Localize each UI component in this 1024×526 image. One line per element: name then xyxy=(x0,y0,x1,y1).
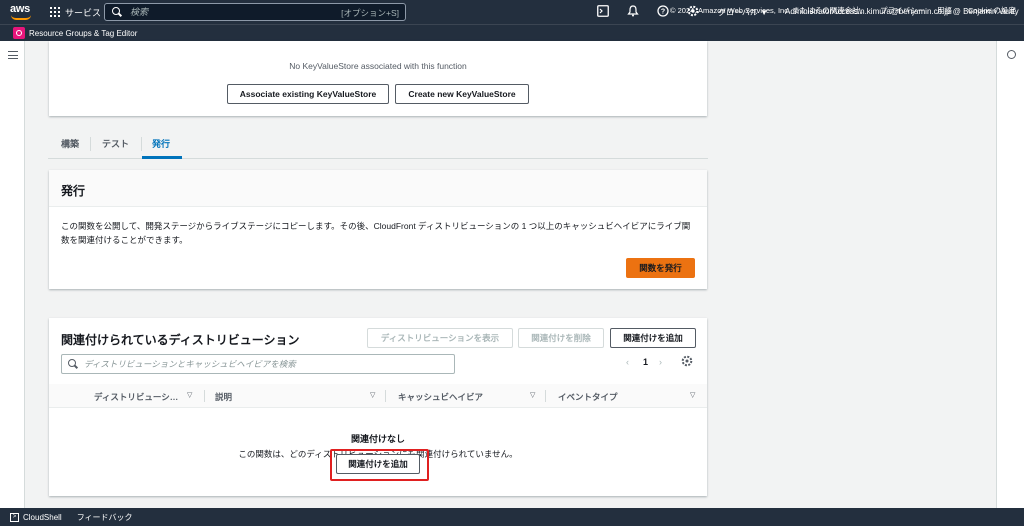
remove-association-button[interactable]: 関連付けを削除 xyxy=(518,328,604,348)
cloudshell-link[interactable]: CloudShell xyxy=(23,513,62,522)
sort-icon[interactable]: ▽ xyxy=(187,391,192,399)
cloudshell-icon[interactable] xyxy=(596,5,610,19)
associations-title: 関連付けられているディストリビューション xyxy=(61,333,300,347)
publish-panel: 発行 この関数を公開して、開発ステージからライブステージにコピーします。その後、… xyxy=(49,170,707,289)
search-icon xyxy=(68,359,78,369)
tab-publish[interactable]: 発行 xyxy=(152,137,170,150)
svg-text:?: ? xyxy=(661,9,665,16)
publish-header xyxy=(49,170,707,207)
filter-input[interactable] xyxy=(84,359,444,369)
column-cache-behavior[interactable]: キャッシュビヘイビア xyxy=(398,391,483,403)
column-description[interactable]: 説明 xyxy=(215,391,232,403)
sort-icon[interactable]: ▽ xyxy=(690,391,695,399)
add-association-button[interactable]: 関連付けを追加 xyxy=(610,328,696,348)
view-distribution-button[interactable]: ディストリビューションを表示 xyxy=(367,328,513,348)
aws-logo-text: aws xyxy=(10,3,30,15)
column-event-type[interactable]: イベントタイプ xyxy=(558,391,618,403)
search-shortcut: [オプション+S] xyxy=(341,8,399,18)
next-page-icon[interactable]: › xyxy=(659,357,662,367)
aws-logo[interactable]: aws xyxy=(6,0,42,24)
prev-page-icon[interactable]: ‹ xyxy=(626,357,629,367)
highlight-annotation xyxy=(330,449,429,481)
tab-test[interactable]: テスト xyxy=(102,137,129,150)
terms-link[interactable]: 用語 xyxy=(937,5,952,16)
help-icon[interactable]: ? xyxy=(656,5,670,19)
copyright-text: © 2024, Amazon Web Services, Inc. またはその関… xyxy=(670,6,868,15)
grid-icon xyxy=(50,7,60,17)
sort-icon[interactable]: ▽ xyxy=(530,391,535,399)
info-panel-icon[interactable] xyxy=(1007,50,1016,59)
page-number[interactable]: 1 xyxy=(643,357,648,367)
column-divider xyxy=(545,390,546,402)
distribution-filter[interactable] xyxy=(61,354,455,374)
publish-description-line1: この関数を公開して、開発ステージからライブステージにコピーします。その後、Clo… xyxy=(61,221,691,231)
table-settings-icon[interactable] xyxy=(681,355,693,369)
column-distribution[interactable]: ディストリビューシ… xyxy=(94,391,178,403)
function-tabs: 構築 テスト 発行 xyxy=(48,133,708,159)
create-kvs-button[interactable]: Create new KeyValueStore xyxy=(395,84,529,104)
column-divider xyxy=(204,390,205,402)
empty-state-title: 関連付けなし xyxy=(350,434,405,444)
right-rail xyxy=(996,41,1024,508)
tab-divider xyxy=(141,137,142,151)
publish-title: 発行 xyxy=(61,184,86,198)
sort-icon[interactable]: ▽ xyxy=(370,391,375,399)
menu-icon[interactable] xyxy=(8,51,18,59)
table-header: ディストリビューシ… ▽ 説明 ▽ キャッシュビヘイビア ▽ イベントタイプ ▽ xyxy=(49,384,707,408)
associate-kvs-button[interactable]: Associate existing KeyValueStore xyxy=(227,84,389,104)
active-tab-indicator xyxy=(142,156,182,159)
privacy-link[interactable]: プライバシー xyxy=(880,5,925,16)
aws-smile-icon xyxy=(11,15,31,20)
services-label: サービス xyxy=(65,7,102,18)
favorites-bar: Resource Groups & Tag Editor xyxy=(0,24,1024,41)
bell-icon[interactable] xyxy=(626,5,640,19)
column-divider xyxy=(385,390,386,402)
tab-divider xyxy=(90,137,91,151)
feedback-link[interactable]: フィードバック xyxy=(77,512,133,523)
resource-groups-link[interactable]: Resource Groups & Tag Editor xyxy=(29,29,137,38)
search-icon xyxy=(112,7,122,17)
services-menu[interactable]: サービス xyxy=(50,6,101,19)
global-search[interactable]: [オプション+S] xyxy=(104,3,406,21)
cloudshell-icon: > xyxy=(10,512,19,522)
publish-description-line2: 数を関連付けることができます。 xyxy=(61,235,188,245)
keyvaluestore-panel: No KeyValueStore associated with this fu… xyxy=(49,41,707,116)
left-rail xyxy=(0,41,25,508)
kvs-empty-text: No KeyValueStore associated with this fu… xyxy=(289,61,467,71)
cookie-settings-link[interactable]: Cookie の設定 xyxy=(968,5,1016,16)
resource-groups-icon xyxy=(13,27,25,39)
tab-build[interactable]: 構築 xyxy=(61,137,79,150)
footer: > CloudShell フィードバック xyxy=(0,508,1024,526)
publish-function-button[interactable]: 関数を発行 xyxy=(626,258,695,278)
search-input[interactable] xyxy=(130,7,350,17)
